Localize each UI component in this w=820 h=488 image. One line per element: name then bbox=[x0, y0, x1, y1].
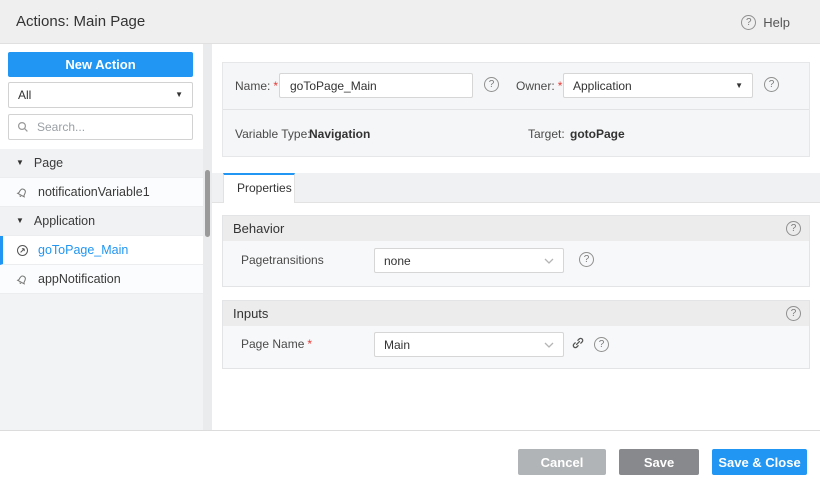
search-input[interactable] bbox=[35, 119, 184, 135]
action-detail-pane: Name:* ? Owner:* Application ▼ ? Variabl… bbox=[212, 44, 820, 430]
variable-type-label: Variable Type: bbox=[235, 127, 311, 141]
link-icon[interactable] bbox=[571, 336, 585, 350]
page-name-label: Page Name * bbox=[241, 337, 313, 351]
help-icon[interactable]: ? bbox=[786, 306, 801, 321]
inputs-section: Inputs ? Page Name * Main ? bbox=[222, 300, 810, 369]
save-and-close-button[interactable]: Save & Close bbox=[712, 449, 807, 475]
footer-bar: Cancel Save Save & Close bbox=[0, 430, 820, 488]
tree-item-label: appNotification bbox=[38, 272, 121, 286]
goto-page-icon bbox=[16, 244, 29, 257]
page-name-value: Main bbox=[384, 337, 411, 352]
owner-value: Application bbox=[573, 78, 632, 93]
variable-type-value: Navigation bbox=[309, 127, 371, 141]
behavior-section-title: Behavior bbox=[233, 221, 285, 236]
tree-group-label: Page bbox=[33, 156, 64, 170]
tree-item-label: notificationVariable1 bbox=[38, 185, 150, 199]
filter-dropdown[interactable]: All ▼ bbox=[8, 82, 193, 108]
save-button[interactable]: Save bbox=[619, 449, 699, 475]
help-icon[interactable]: ? bbox=[786, 221, 801, 236]
actions-editor-window: Actions: Main Page ? Help New Action All… bbox=[0, 0, 820, 488]
caret-down-icon: ▼ bbox=[16, 216, 24, 225]
help-icon[interactable]: ? bbox=[764, 77, 779, 92]
sidebar-empty-area bbox=[0, 294, 203, 430]
notification-icon bbox=[16, 186, 29, 199]
sidebar-scrollbar[interactable] bbox=[203, 44, 212, 430]
required-marker: * bbox=[273, 79, 279, 93]
tab-strip: Properties bbox=[212, 173, 820, 203]
inputs-section-title: Inputs bbox=[233, 306, 269, 321]
tree-item-gotopage-main[interactable]: goToPage_Main bbox=[0, 236, 203, 265]
pagetransitions-dropdown[interactable]: none bbox=[374, 248, 564, 273]
page-title: Actions: Main Page bbox=[16, 13, 146, 30]
inputs-section-header: Inputs ? bbox=[223, 301, 809, 326]
title-bar: Actions: Main Page ? Help bbox=[0, 0, 820, 44]
filter-value: All bbox=[18, 88, 32, 102]
tab-properties[interactable]: Properties bbox=[223, 173, 295, 203]
tree-group-application[interactable]: ▼ Application bbox=[0, 207, 203, 236]
search-icon bbox=[17, 121, 28, 132]
caret-down-icon: ▼ bbox=[16, 158, 24, 167]
help-icon[interactable]: ? bbox=[594, 337, 609, 352]
actions-sidebar: New Action All ▼ ▼ Page notifi bbox=[0, 44, 203, 430]
cancel-button[interactable]: Cancel bbox=[518, 449, 606, 475]
target-value: gotoPage bbox=[570, 127, 625, 141]
tree-item-appnotification[interactable]: appNotification bbox=[0, 265, 203, 294]
behavior-section: Behavior ? Pagetransitions none ? bbox=[222, 215, 810, 287]
help-icon[interactable]: ? bbox=[579, 252, 594, 267]
caret-down-icon: ▼ bbox=[735, 80, 743, 90]
chevron-down-icon bbox=[544, 342, 554, 348]
page-name-dropdown[interactable]: Main bbox=[374, 332, 564, 357]
help-icon[interactable]: ? bbox=[484, 77, 499, 92]
help-label: Help bbox=[763, 14, 790, 30]
tree-item-notificationvariable1[interactable]: notificationVariable1 bbox=[0, 178, 203, 207]
name-field[interactable] bbox=[279, 73, 473, 98]
tree-group-page[interactable]: ▼ Page bbox=[0, 149, 203, 178]
caret-down-icon: ▼ bbox=[175, 90, 183, 99]
required-marker: * bbox=[307, 337, 313, 351]
owner-dropdown[interactable]: Application ▼ bbox=[563, 73, 753, 98]
help-icon: ? bbox=[741, 14, 757, 30]
pagetransitions-value: none bbox=[384, 253, 411, 268]
tree-group-label: Application bbox=[33, 214, 96, 228]
pagetransitions-label: Pagetransitions bbox=[241, 253, 324, 267]
panel-divider bbox=[223, 109, 809, 110]
behavior-section-header: Behavior ? bbox=[223, 216, 809, 241]
notification-icon bbox=[16, 273, 29, 286]
owner-label: Owner: * bbox=[516, 79, 563, 93]
help-button[interactable]: ? Help bbox=[741, 0, 790, 44]
footer-buttons: Cancel Save Save & Close bbox=[518, 449, 807, 475]
chevron-down-icon bbox=[544, 258, 554, 264]
search-box bbox=[8, 114, 193, 140]
name-label: Name: * bbox=[235, 79, 279, 93]
action-summary-panel: Name:* ? Owner:* Application ▼ ? Variabl… bbox=[222, 62, 810, 157]
new-action-button[interactable]: New Action bbox=[8, 52, 193, 77]
required-marker: * bbox=[557, 79, 563, 93]
target-label: Target: bbox=[528, 127, 565, 141]
scrollbar-thumb[interactable] bbox=[205, 170, 210, 237]
actions-tree: ▼ Page notificationVariable1 ▼ Applicati… bbox=[0, 149, 203, 294]
tree-item-label: goToPage_Main bbox=[38, 243, 129, 257]
